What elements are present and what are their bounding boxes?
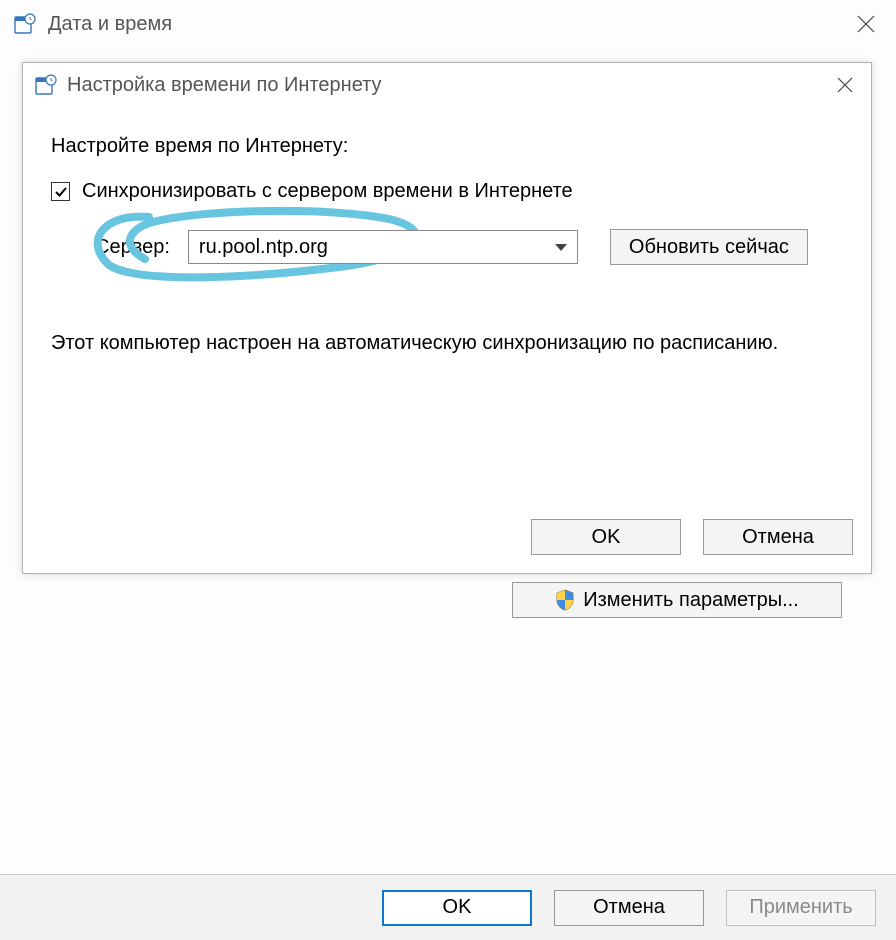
sync-status-text: Этот компьютер настроен на автоматическу…	[51, 329, 843, 358]
outer-ok-button[interactable]: OK	[382, 890, 532, 926]
server-value: ru.pool.ntp.org	[199, 236, 547, 259]
sync-checkbox-row: Синхронизировать с сервером времени в Ин…	[51, 180, 843, 203]
server-row: Сервер: ru.pool.ntp.org Обновить сейчас	[95, 229, 843, 265]
inner-titlebar: Настройка времени по Интернету	[23, 63, 871, 107]
server-label: Сервер:	[95, 236, 170, 259]
change-settings-label: Изменить параметры...	[583, 589, 799, 612]
inner-cancel-button[interactable]: Отмена	[703, 519, 853, 555]
outer-cancel-button[interactable]: Отмена	[554, 890, 704, 926]
inner-title: Настройка времени по Интернету	[67, 74, 382, 97]
internet-time-dialog: Настройка времени по Интернету Настройте…	[22, 62, 872, 574]
dialog-heading: Настройте время по Интернету:	[51, 135, 843, 158]
sync-checkbox-label: Синхронизировать с сервером времени в Ин…	[82, 180, 573, 203]
update-now-button[interactable]: Обновить сейчас	[610, 229, 808, 265]
outer-title: Дата и время	[48, 13, 172, 36]
server-combobox[interactable]: ru.pool.ntp.org	[188, 230, 578, 264]
calendar-clock-icon	[14, 13, 36, 35]
calendar-clock-icon	[35, 74, 57, 96]
outer-button-bar: OK Отмена Применить	[0, 874, 896, 940]
chevron-down-icon	[555, 244, 567, 251]
outer-close-button[interactable]	[844, 4, 888, 44]
date-time-window: Дата и время Изменить параметры... OK От…	[0, 0, 896, 940]
shield-icon	[555, 589, 575, 611]
inner-ok-button[interactable]: OK	[531, 519, 681, 555]
outer-titlebar: Дата и время	[0, 0, 896, 48]
inner-close-button[interactable]	[825, 67, 865, 103]
outer-apply-button: Применить	[726, 890, 876, 926]
inner-button-bar: OK Отмена	[531, 519, 853, 555]
sync-checkbox[interactable]	[51, 182, 70, 201]
change-settings-button[interactable]: Изменить параметры...	[512, 582, 842, 618]
inner-body: Настройте время по Интернету: Синхронизи…	[51, 135, 843, 503]
